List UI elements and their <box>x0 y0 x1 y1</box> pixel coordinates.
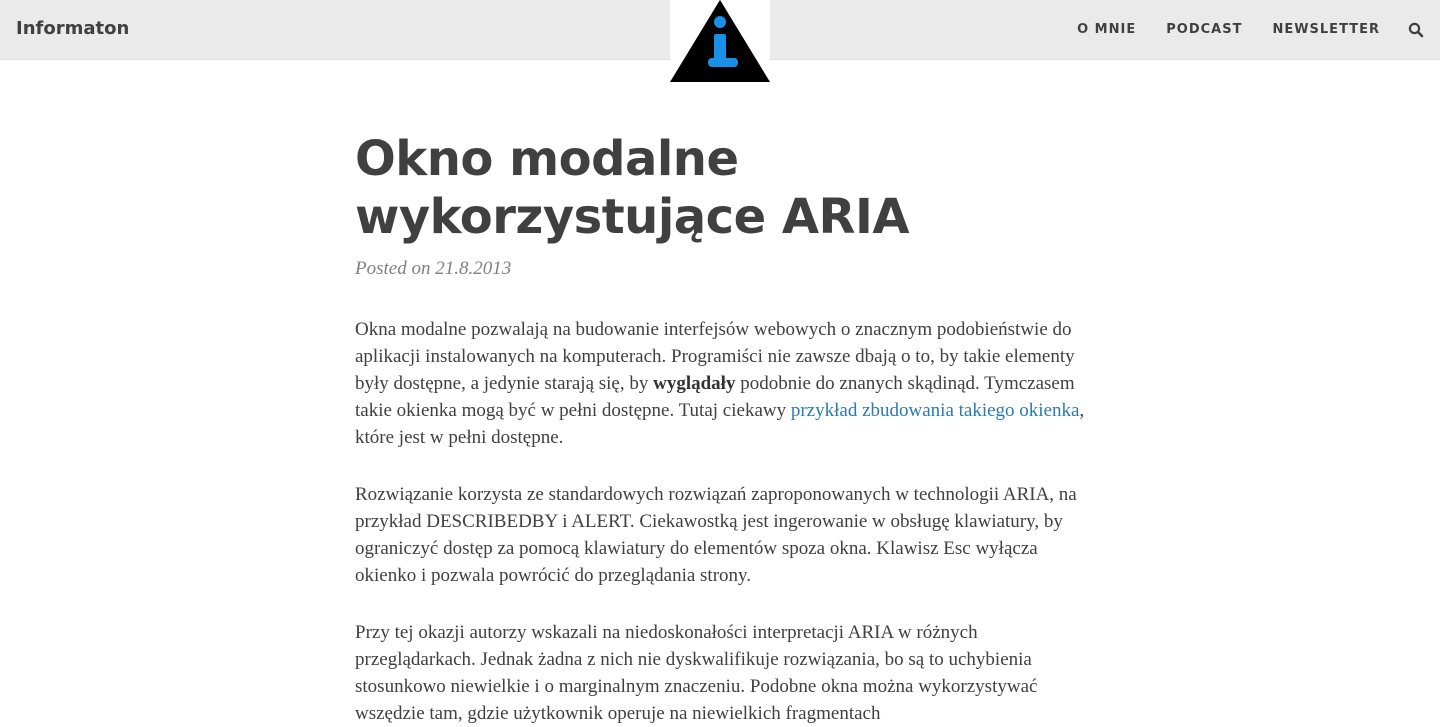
site-logo[interactable] <box>670 0 770 82</box>
post-meta: Posted on 21.8.2013 <box>355 258 1085 280</box>
post-content: Okno modalne wykorzystujące ARIA Posted … <box>355 130 1085 727</box>
brand-link[interactable]: Informaton <box>16 18 129 39</box>
info-triangle-logo-icon <box>670 0 770 82</box>
main-nav: O MNIE PODCAST NEWSLETTER <box>1047 0 1440 59</box>
paragraph-3: Przy tej okazji autorzy wskazali na nied… <box>355 622 1038 724</box>
paragraph-1-bold: wyglądały <box>653 373 736 394</box>
example-link[interactable]: przykład zbudowania takiego okienka <box>791 400 1080 421</box>
post-title: Okno modalne wykorzystujące ARIA <box>355 131 910 245</box>
nav-link-podcast[interactable]: PODCAST <box>1166 22 1242 37</box>
search-icon[interactable] <box>1408 22 1424 38</box>
paragraph-2: Rozwiązanie korzysta ze standardowych ro… <box>355 484 1077 586</box>
nav-link-o-mnie[interactable]: O MNIE <box>1077 22 1136 37</box>
nav-link-newsletter[interactable]: NEWSLETTER <box>1272 22 1380 37</box>
top-navbar: Informaton O MNIE PODCAST NEWSLETTER <box>0 0 1440 82</box>
post-date: 21.8.2013 <box>435 258 512 279</box>
paragraph-1: Okna modalne pozwalają na budowanie inte… <box>355 316 1085 451</box>
post-meta-prefix: Posted on <box>355 258 431 279</box>
